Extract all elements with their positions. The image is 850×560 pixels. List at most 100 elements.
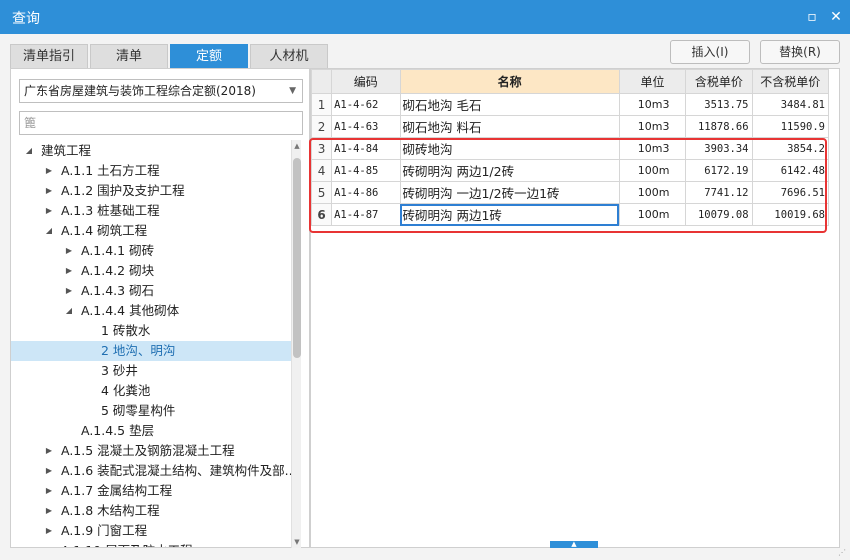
collapsed-triangle-icon[interactable]: ▶ [43, 161, 55, 181]
tree-item[interactable]: ▶ A.1.10 屋面及防水工程 [11, 541, 292, 547]
unit-cell[interactable]: 100m [618, 181, 687, 204]
tree-item[interactable]: 2 地沟、明沟 [11, 341, 292, 361]
collapsed-triangle-icon[interactable]: ▶ [43, 181, 55, 201]
tree-item[interactable]: ▶ A.1.8 木结构工程 [11, 501, 292, 521]
price-tax-cell[interactable]: 11878.66 [685, 115, 753, 138]
quota-grid-panel: 编码 名称 单位 含税单价 不含税单价 1 A1-4-62 砌石地沟 毛石 10m3 3… [310, 68, 840, 548]
unit-cell[interactable]: 10m3 [618, 93, 687, 116]
price-tax-cell[interactable]: 6172.19 [685, 159, 753, 182]
name-cell[interactable]: 砌砖地沟 [399, 137, 620, 160]
tree-item[interactable]: A.1.4.5 垫层 [11, 421, 292, 441]
tree-item[interactable]: ▶ A.1.7 金属结构工程 [11, 481, 292, 501]
price-notax-cell[interactable]: 10019.68 [751, 203, 830, 226]
expanded-triangle-icon[interactable]: ◢ [63, 301, 75, 321]
code-cell[interactable]: A1-4-86 [331, 181, 401, 204]
splitter-handle[interactable]: ▲ [550, 541, 598, 548]
unit-cell[interactable]: 100m [618, 203, 687, 226]
replace-button[interactable]: 替换(R) [760, 40, 840, 64]
tree-item[interactable]: 3 砂井 [11, 361, 292, 381]
tree-item[interactable]: ▶ A.1.4.1 砌砖 [11, 241, 292, 261]
tab-bill-guide[interactable]: 清单指引 [10, 44, 88, 68]
col-code[interactable]: 编码 [331, 69, 401, 94]
price-notax-cell[interactable]: 11590.9 [751, 115, 830, 138]
scroll-down-icon[interactable]: ▼ [292, 538, 302, 546]
tab-quota[interactable]: 定额 [170, 44, 248, 68]
quota-library-select[interactable]: 广东省房屋建筑与装饰工程综合定额(2018) ▼ [19, 79, 303, 103]
name-cell[interactable]: 砖砌明沟 两边1/2砖 [399, 159, 620, 182]
price-tax-cell[interactable]: 7741.12 [685, 181, 753, 204]
row-number[interactable]: 4 [310, 159, 333, 182]
tree-item[interactable]: ▶ A.1.9 门窗工程 [11, 521, 292, 541]
tree-item[interactable]: ▶ A.1.1 土石方工程 [11, 161, 292, 181]
name-cell[interactable]: 砌石地沟 毛石 [399, 93, 620, 116]
name-cell[interactable]: 砖砌明沟 两边1砖 [399, 203, 620, 226]
col-name[interactable]: 名称 [399, 69, 620, 94]
grid-row[interactable]: 4 A1-4-85 砖砌明沟 两边1/2砖 100m 6172.19 6142.48 [310, 159, 830, 182]
collapsed-triangle-icon[interactable]: ▶ [43, 441, 55, 461]
tree-item[interactable]: 1 砖散水 [11, 321, 292, 341]
resize-grip-icon[interactable]: ⋰ [838, 548, 848, 558]
collapsed-triangle-icon[interactable]: ▶ [43, 461, 55, 481]
price-tax-cell[interactable]: 10079.08 [685, 203, 753, 226]
tree-item[interactable]: 4 化粪池 [11, 381, 292, 401]
collapsed-triangle-icon[interactable]: ▶ [63, 241, 75, 261]
unit-cell[interactable]: 100m [618, 159, 687, 182]
grid-row[interactable]: 6 A1-4-87 砖砌明沟 两边1砖 100m 10079.08 10019.68 [310, 203, 830, 226]
unit-cell[interactable]: 10m3 [618, 115, 687, 138]
unit-cell[interactable]: 10m3 [618, 137, 687, 160]
tree-item[interactable]: ▶ A.1.6 装配式混凝土结构、建筑构件及部... [11, 461, 292, 481]
collapsed-triangle-icon[interactable]: ▶ [63, 281, 75, 301]
tree-item[interactable]: ▶ A.1.4.3 砌石 [11, 281, 292, 301]
row-number[interactable]: 1 [310, 93, 333, 116]
tree-item[interactable]: ◢ 建筑工程 [11, 141, 292, 161]
row-number[interactable]: 5 [310, 181, 333, 204]
price-notax-cell[interactable]: 7696.51 [751, 181, 830, 204]
expanded-triangle-icon[interactable]: ◢ [43, 221, 55, 241]
close-icon[interactable]: ✕ [826, 7, 846, 27]
code-cell[interactable]: A1-4-62 [331, 93, 401, 116]
row-number[interactable]: 2 [310, 115, 333, 138]
tree-item[interactable]: ▶ A.1.3 桩基础工程 [11, 201, 292, 221]
row-number[interactable]: 6 [310, 203, 333, 226]
collapsed-triangle-icon[interactable]: ▶ [43, 481, 55, 501]
tree-item[interactable]: ◢ A.1.4 砌筑工程 [11, 221, 292, 241]
tree-item[interactable]: ◢ A.1.4.4 其他砌体 [11, 301, 292, 321]
price-notax-cell[interactable]: 3484.81 [751, 93, 830, 116]
name-cell[interactable]: 砖砌明沟 一边1/2砖一边1砖 [399, 181, 620, 204]
col-price-notax[interactable]: 不含税单价 [751, 69, 830, 94]
name-cell[interactable]: 砌石地沟 料石 [399, 115, 620, 138]
code-cell[interactable]: A1-4-85 [331, 159, 401, 182]
tab-labor-material-machine[interactable]: 人材机 [250, 44, 328, 68]
tree-item[interactable]: 5 砌零星构件 [11, 401, 292, 421]
price-tax-cell[interactable]: 3903.34 [685, 137, 753, 160]
tree-scrollbar[interactable]: ▲ ▼ [291, 140, 301, 548]
price-notax-cell[interactable]: 3854.2 [751, 137, 830, 160]
collapsed-triangle-icon[interactable]: ▶ [63, 261, 75, 281]
col-price-tax[interactable]: 含税单价 [685, 69, 753, 94]
expanded-triangle-icon[interactable]: ◢ [23, 141, 35, 161]
tree-item[interactable]: ▶ A.1.2 围护及支护工程 [11, 181, 292, 201]
tree-item[interactable]: ▶ A.1.4.2 砌块 [11, 261, 292, 281]
tab-bill[interactable]: 清单 [90, 44, 168, 68]
grid-row[interactable]: 2 A1-4-63 砌石地沟 料石 10m3 11878.66 11590.9 [310, 115, 830, 138]
col-unit[interactable]: 单位 [618, 69, 687, 94]
scroll-up-icon[interactable]: ▲ [292, 142, 302, 150]
collapsed-triangle-icon[interactable]: ▶ [43, 201, 55, 221]
collapsed-triangle-icon[interactable]: ▶ [43, 501, 55, 521]
price-notax-cell[interactable]: 6142.48 [751, 159, 830, 182]
code-cell[interactable]: A1-4-63 [331, 115, 401, 138]
restore-icon[interactable]: ▫ [802, 7, 822, 27]
grid-row[interactable]: 1 A1-4-62 砌石地沟 毛石 10m3 3513.75 3484.81 [310, 93, 830, 116]
grid-row[interactable]: 5 A1-4-86 砖砌明沟 一边1/2砖一边1砖 100m 7741.12 7696.5… [310, 181, 830, 204]
row-number[interactable]: 3 [310, 137, 333, 160]
price-tax-cell[interactable]: 3513.75 [685, 93, 753, 116]
scrollbar-thumb[interactable] [293, 158, 301, 358]
insert-button[interactable]: 插入(I) [670, 40, 750, 64]
filter-input[interactable]: 篦 [19, 111, 303, 135]
grid-row[interactable]: 3 A1-4-84 砌砖地沟 10m3 3903.34 3854.2 [310, 137, 830, 160]
tree-item[interactable]: ▶ A.1.5 混凝土及钢筋混凝土工程 [11, 441, 292, 461]
code-cell[interactable]: A1-4-87 [331, 203, 401, 226]
collapsed-triangle-icon[interactable]: ▶ [43, 521, 55, 541]
code-cell[interactable]: A1-4-84 [331, 137, 401, 160]
collapsed-triangle-icon[interactable]: ▶ [43, 541, 55, 547]
